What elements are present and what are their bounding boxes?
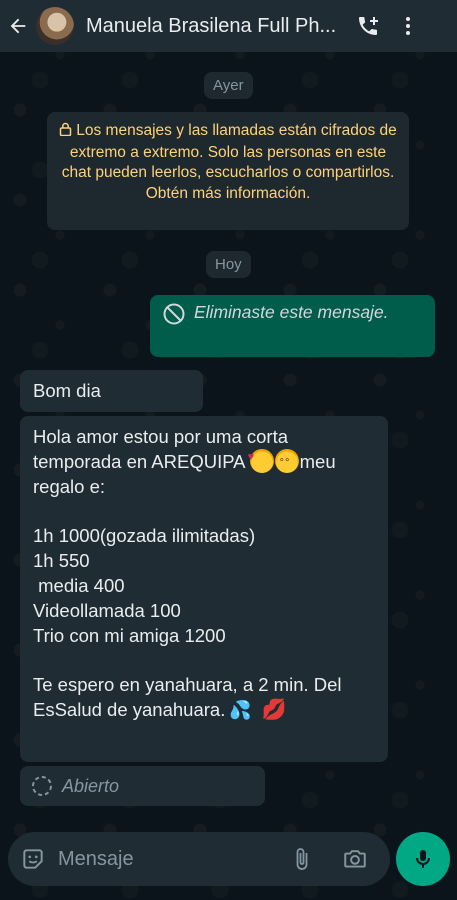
message-line: 1h 550 bbox=[33, 550, 90, 571]
message-line: regalo e: bbox=[33, 476, 105, 497]
message-composer[interactable]: Mensaje bbox=[8, 832, 390, 886]
camera-icon[interactable] bbox=[342, 846, 368, 872]
view-once-label: Abierto bbox=[62, 775, 120, 796]
back-arrow-icon[interactable] bbox=[2, 0, 34, 52]
sticker-icon[interactable] bbox=[20, 846, 46, 872]
message-line: Trio con mi amiga 1200 bbox=[33, 625, 226, 646]
message-line: EsSalud de yanahuara. 💦 💋 bbox=[33, 697, 375, 723]
message-text: meu bbox=[299, 451, 336, 472]
message-text: EsSalud de yanahuara. bbox=[33, 699, 226, 720]
avatar[interactable] bbox=[36, 7, 74, 45]
date-chip-today: Hoy bbox=[206, 251, 251, 278]
more-vert-icon[interactable] bbox=[388, 0, 428, 52]
contact-name[interactable]: Manuela Brasilena Full Ph... bbox=[86, 15, 348, 38]
deleted-message-text: Eliminaste este mensaje. bbox=[194, 302, 389, 322]
mic-icon bbox=[411, 847, 435, 871]
encryption-notice-text: Los mensajes y las llamadas están cifrad… bbox=[61, 122, 397, 202]
kiss-mark-emoji-icon: 💋 bbox=[261, 699, 287, 721]
outgoing-deleted-message[interactable]: Eliminaste este mensaje. bbox=[150, 295, 435, 357]
message-line: 1h 1000(gozada ilimitadas) bbox=[33, 525, 256, 546]
date-chip-yesterday: Ayer bbox=[204, 72, 253, 99]
sweat-droplets-emoji-icon: 💦 bbox=[229, 700, 252, 720]
message-line: media 400 bbox=[33, 575, 125, 596]
chat-header: Manuela Brasilena Full Ph... bbox=[0, 0, 457, 52]
message-line: Hola amor estou por uma corta bbox=[33, 426, 289, 447]
incoming-message[interactable]: Bom dia bbox=[20, 370, 203, 412]
message-input[interactable]: Mensaje bbox=[58, 848, 286, 871]
message-line: Te espero en yanahuara, a 2 min. Del bbox=[33, 674, 342, 695]
loading-icon bbox=[30, 774, 54, 798]
message-text: Bom dia bbox=[33, 380, 101, 401]
view-once-message[interactable]: Abierto bbox=[20, 766, 265, 806]
incoming-message[interactable]: Hola amor estou por uma corta temporada … bbox=[20, 416, 388, 762]
add-call-icon[interactable] bbox=[348, 0, 388, 52]
message-text: temporada en AREQUIPA bbox=[33, 451, 245, 472]
message-line: Videollamada 100 bbox=[33, 600, 181, 621]
lock-icon bbox=[59, 122, 72, 143]
encryption-notice[interactable]: Los mensajes y las llamadas están cifrad… bbox=[47, 112, 409, 230]
block-icon bbox=[162, 302, 186, 331]
flushed-face-emoji-icon bbox=[274, 449, 299, 476]
mic-button[interactable] bbox=[396, 832, 450, 886]
attach-icon[interactable] bbox=[290, 846, 314, 872]
smiling-hearts-emoji-icon bbox=[248, 445, 274, 473]
message-line: temporada en AREQUIPA meu bbox=[33, 445, 375, 476]
